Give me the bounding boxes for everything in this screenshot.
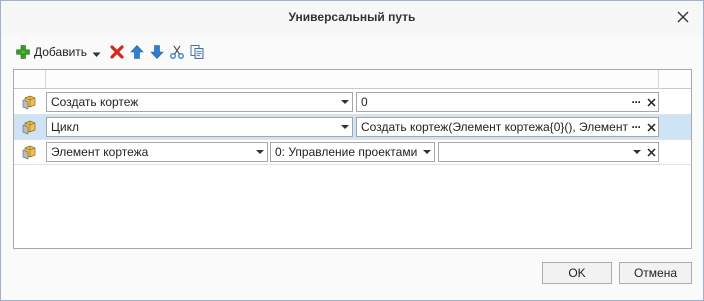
header-extra-column (659, 70, 691, 89)
parameter-select[interactable]: 0: Управление проектами (270, 142, 435, 162)
chevron-down-icon[interactable] (630, 143, 644, 161)
chevron-down-icon[interactable] (253, 143, 267, 161)
move-down-icon[interactable] (149, 44, 165, 60)
ellipsis-icon[interactable]: ··· (628, 95, 644, 109)
ellipsis-icon[interactable]: ··· (628, 120, 644, 134)
function-value: Элемент кортежа (51, 145, 149, 159)
header-icon-column (14, 70, 46, 89)
path-grid: Создать кортеж 0 ··· Цикл Создать кортеж… (13, 69, 692, 249)
function-select[interactable]: Элемент кортежа (46, 142, 268, 162)
cancel-button[interactable]: Отмена (619, 262, 692, 284)
dialog-title: Универсальный путь (288, 10, 416, 24)
value-text: 0 (361, 95, 368, 109)
value-field[interactable]: 0 ··· (356, 92, 659, 112)
move-up-icon[interactable] (129, 44, 145, 60)
function-value: Создать кортеж (51, 95, 139, 109)
add-button-label: Добавить (34, 45, 88, 59)
toolbar: Добавить (15, 43, 245, 61)
function-icon (22, 144, 38, 160)
function-icon (22, 94, 38, 110)
function-select[interactable]: Создать кортеж (46, 92, 353, 112)
add-icon (15, 44, 31, 60)
ok-button[interactable]: OK (542, 262, 612, 284)
cut-icon[interactable] (169, 44, 185, 60)
clear-icon[interactable] (644, 118, 658, 136)
value-field[interactable]: Создать кортеж(Элемент кортежа{0}(), Эле… (356, 117, 659, 137)
copy-icon[interactable] (189, 44, 205, 60)
clear-icon[interactable] (644, 93, 658, 111)
value-field[interactable] (438, 142, 659, 162)
table-row[interactable]: Создать кортеж 0 ··· (14, 90, 691, 115)
universal-path-dialog: Универсальный путь Добавить Создать корт… (0, 0, 704, 301)
delete-icon[interactable] (109, 44, 125, 60)
parameter-value: 0: Управление проектами (275, 145, 418, 159)
table-row[interactable]: Цикл Создать кортеж(Элемент кортежа{0}()… (14, 115, 691, 140)
header-main-column (46, 70, 659, 89)
chevron-down-icon[interactable] (420, 143, 434, 161)
title-bar: Универсальный путь (1, 1, 703, 35)
add-dropdown-icon[interactable] (92, 48, 101, 57)
clear-icon[interactable] (644, 143, 658, 161)
function-icon (22, 119, 38, 135)
table-row[interactable]: Элемент кортежа 0: Управление проектами (14, 140, 691, 165)
chevron-down-icon[interactable] (338, 93, 352, 111)
value-text: Создать кортеж(Элемент кортежа{0}(), Эле… (361, 120, 628, 134)
add-button[interactable]: Добавить (15, 43, 101, 61)
close-icon[interactable] (675, 9, 691, 25)
function-select[interactable]: Цикл (46, 117, 353, 137)
chevron-down-icon[interactable] (338, 118, 352, 136)
function-value: Цикл (51, 120, 79, 134)
grid-header (14, 70, 691, 89)
